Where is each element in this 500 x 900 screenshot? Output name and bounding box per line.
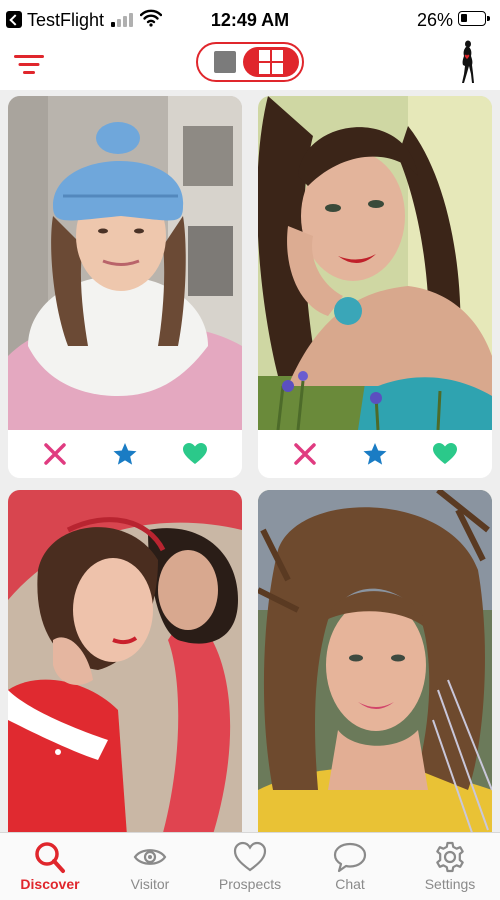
status-bar: TestFlight 12:49 AM 26% xyxy=(0,0,500,40)
profile-photo[interactable] xyxy=(258,490,492,832)
wifi-icon xyxy=(140,9,162,27)
tab-discover[interactable]: Discover xyxy=(0,833,100,900)
profile-photo[interactable] xyxy=(8,96,242,430)
gear-icon xyxy=(436,841,464,873)
back-to-app-icon[interactable] xyxy=(6,11,22,28)
dislike-button[interactable] xyxy=(37,436,73,472)
status-app-name[interactable]: TestFlight xyxy=(27,10,104,31)
view-mode-toggle[interactable] xyxy=(196,42,304,82)
heart-icon xyxy=(233,841,267,872)
eye-icon xyxy=(133,849,167,865)
tab-label: Chat xyxy=(335,876,365,892)
search-icon xyxy=(35,842,65,873)
single-view-icon[interactable] xyxy=(204,48,246,76)
profile-silhouette-icon[interactable] xyxy=(454,40,480,84)
profile-card[interactable] xyxy=(258,490,492,832)
battery-icon xyxy=(458,11,490,26)
app-header xyxy=(0,40,500,90)
profile-card[interactable] xyxy=(8,490,242,832)
close-x-icon xyxy=(294,443,316,465)
close-x-icon xyxy=(44,443,66,465)
filter-icon[interactable] xyxy=(12,49,46,79)
dislike-button[interactable] xyxy=(287,436,323,472)
like-button[interactable] xyxy=(177,436,213,472)
bottom-tab-bar: Discover Visitor Prospects Chat Settings xyxy=(0,832,500,900)
grid-view-icon[interactable] xyxy=(243,47,299,77)
tab-chat[interactable]: Chat xyxy=(300,833,400,900)
chat-bubble-icon xyxy=(333,842,367,873)
heart-icon xyxy=(183,443,207,464)
tab-label: Visitor xyxy=(130,876,170,892)
tab-label: Prospects xyxy=(218,876,282,892)
like-button[interactable] xyxy=(427,436,463,472)
cellular-signal-icon xyxy=(111,12,133,27)
card-actions xyxy=(8,430,242,478)
profile-card[interactable] xyxy=(258,96,492,478)
star-icon xyxy=(363,443,387,465)
super-like-button[interactable] xyxy=(107,436,143,472)
heart-icon xyxy=(433,443,457,464)
tab-settings[interactable]: Settings xyxy=(400,833,500,900)
battery-percent: 26% xyxy=(416,10,453,30)
profile-photo[interactable] xyxy=(258,96,492,430)
star-icon xyxy=(113,443,137,465)
super-like-button[interactable] xyxy=(357,436,393,472)
card-actions xyxy=(258,430,492,478)
tab-visitor[interactable]: Visitor xyxy=(100,833,200,900)
tab-label: Settings xyxy=(424,876,476,892)
profile-photo[interactable] xyxy=(8,490,242,832)
tab-prospects[interactable]: Prospects xyxy=(200,833,300,900)
profile-grid xyxy=(0,90,500,832)
profile-card[interactable] xyxy=(8,96,242,478)
tab-label: Discover xyxy=(20,876,80,892)
